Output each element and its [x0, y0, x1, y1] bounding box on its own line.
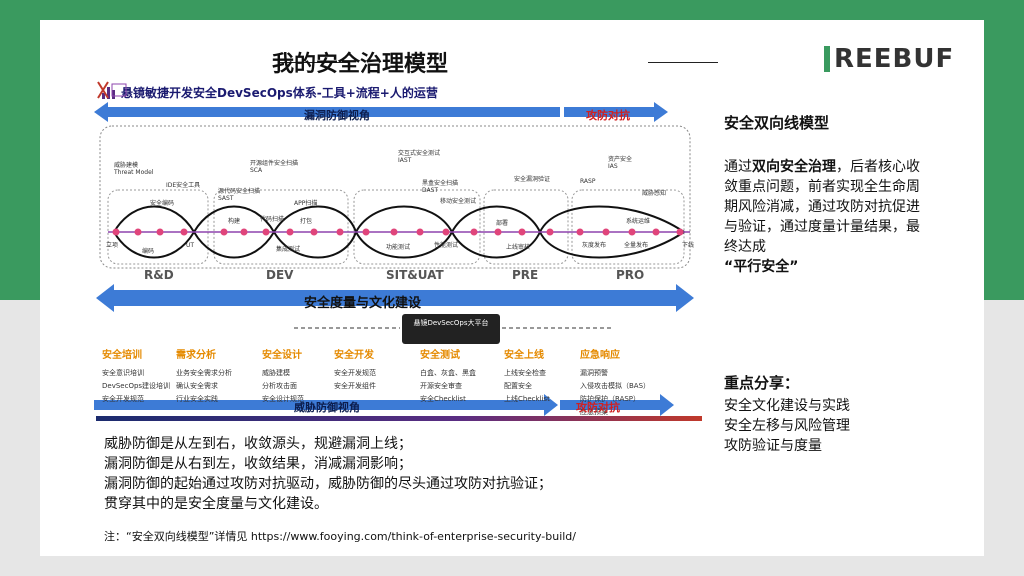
node-label-0: 立项	[106, 242, 119, 249]
node-label-4: 代码扫描	[260, 216, 285, 223]
p1-bold: 双向安全治理	[752, 159, 836, 175]
tool-sca: 开源组件安全扫描 SCA	[250, 160, 299, 174]
list-item: 安全文化建设与实践	[724, 398, 850, 414]
bottom-arrow-label: 威胁防御视角	[294, 401, 360, 414]
middle-arrow-label: 安全度量与文化建设	[304, 296, 422, 311]
stage-pro: PRO	[616, 268, 645, 282]
col-item: 安全开发规范	[334, 369, 376, 377]
body-line: 贯穿其中的是安全度量与文化建设。	[104, 496, 328, 512]
col-item: 入侵攻击模拟（BAS）	[580, 382, 651, 390]
right-paragraph: 通过双向安全治理，后者核心收敛重点问题，前者实现全生命周期风险消减，通过攻防对抗…	[724, 157, 924, 277]
tool-dast: 黑盒安全扫描 DAST	[422, 180, 459, 194]
col-item: 漏洞预警	[580, 369, 608, 377]
col-item: 白盒、灰盒、黑盒	[420, 369, 476, 377]
node-label-11: 灰度发布	[582, 242, 607, 249]
figure-header: 悬镜敏捷开发安全DevSecOps体系-工具+流程+人的运营	[102, 84, 438, 101]
p1-start: 通过	[724, 159, 752, 175]
col-heading: 安全测试	[420, 350, 460, 361]
top-arrow-label: 漏洞防御视角	[304, 109, 370, 122]
key-share-heading: 重点分享：	[724, 374, 800, 392]
freebuf-logo: REEBUF	[824, 44, 954, 74]
col-item: 行业安全实践	[176, 395, 218, 403]
tool-asset: 资产安全 IAS	[608, 156, 633, 170]
key-share-list: 安全文化建设与实践 安全左移与风险管理 攻防验证与度量	[724, 396, 850, 456]
node-label-12: 全量发布	[624, 242, 649, 249]
node-label-1: 编码	[142, 248, 155, 255]
node-label-8: 性能测试	[434, 242, 459, 249]
tool-threat-sense: 威胁感知	[642, 190, 667, 197]
tool-threat-model: 威胁建模 Threat Model	[114, 162, 154, 176]
node-label-2: UT	[186, 242, 195, 249]
tool-secure-coding: 安全编码	[150, 200, 175, 207]
node-label-9: 部署	[496, 220, 509, 227]
devsecops-figure: 悬镜敏捷开发安全DevSecOps体系-工具+流程+人的运营 漏洞防御视角 攻防…	[94, 78, 704, 426]
right-heading: 安全双向线模型	[724, 114, 830, 132]
body-line: 威胁防御是从左到右，收敛源头，规避漏洞上线；	[104, 436, 412, 452]
col-heading: 需求分析	[176, 350, 216, 361]
logo-text: REEBUF	[834, 44, 955, 74]
xuanjing-logo-icon	[97, 81, 127, 99]
top-red-label: 攻防对抗	[586, 109, 630, 122]
p1-quote: “平行安全”	[724, 259, 799, 275]
right-panel: 安全双向线模型 通过双向安全治理，后者核心收敛重点问题，前者实现全生命周期风险消…	[724, 112, 924, 277]
title-rule-right	[648, 62, 718, 63]
body-line: 漏洞防御是从右到左，收敛结果，消减漏洞影响；	[104, 456, 412, 472]
figure-header-text: 悬镜敏捷开发安全DevSecOps体系-工具+流程+人的运营	[121, 86, 438, 100]
node-label-5: 打包	[300, 218, 313, 225]
col-item: 开源安全审查	[420, 382, 462, 390]
col-item: 业务安全需求分析	[176, 369, 232, 377]
col-development: 安全开发 安全开发规范 安全开发组件	[334, 346, 426, 393]
node-label-6: 集成测试	[276, 246, 301, 253]
col-heading: 应急响应	[580, 350, 620, 361]
tool-rasp: RASP	[580, 178, 596, 185]
tool-iast: 交互式安全测试 IAST	[398, 150, 441, 164]
node-label-10: 上线审核	[506, 244, 531, 251]
tool-mobile: 移动安全测试	[440, 198, 477, 205]
node-label-13: 系统运维	[626, 218, 651, 225]
figure-gradient-bar	[96, 416, 702, 421]
node-label-3: 构建	[228, 218, 241, 225]
bottom-red-label: 攻防对抗	[576, 401, 620, 414]
list-item: 安全左移与风险管理	[724, 418, 850, 434]
slide-title: 我的安全治理模型	[271, 52, 448, 77]
slide: 我的安全治理模型 REEBUF 悬镜敏捷开发安全DevSecOps体系-工具+流…	[40, 20, 984, 556]
tool-app-scan: APP扫描	[294, 200, 318, 207]
col-testing: 安全测试 白盒、灰盒、黑盒 开源安全审查 安全Checklist	[420, 346, 512, 406]
devsecops-platform-box: 悬镜DevSecOps大平台	[402, 314, 500, 344]
col-item: 安全Checklist	[420, 395, 466, 403]
col-item: 确认安全需求	[176, 382, 218, 390]
stage-box-pro	[571, 189, 685, 265]
node-label-7: 功能测试	[386, 244, 411, 251]
stage-box-pre	[483, 189, 569, 265]
col-item: 安全开发组件	[334, 382, 376, 390]
footnote: 注：“安全双向线模型”详情见 https://www.fooying.com/t…	[104, 530, 576, 543]
col-heading: 安全开发	[334, 350, 374, 361]
body-text: 威胁防御是从左到右，收敛源头，规避漏洞上线； 漏洞防御是从右到左，收敛结果，消减…	[104, 434, 552, 514]
stage-rd: R&D	[144, 268, 174, 282]
tool-ide: IDE安全工具	[166, 182, 201, 189]
logo-f-bar-icon	[824, 46, 830, 72]
tool-sast: 源代码安全扫描 SAST	[218, 188, 261, 202]
tool-vuln-verify: 安全漏洞验证	[514, 176, 551, 183]
stage-sit: SIT&UAT	[386, 268, 444, 282]
stage-pre: PRE	[512, 268, 539, 282]
stage-dev: DEV	[266, 268, 294, 282]
list-item: 攻防验证与度量	[724, 438, 822, 454]
col-requirements: 需求分析 业务安全需求分析 确认安全需求 行业安全实践	[176, 346, 268, 406]
body-line: 漏洞防御的起始通过攻防对抗驱动，威胁防御的尽头通过攻防对抗验证；	[104, 476, 552, 492]
node-label-14: 下线	[682, 242, 695, 249]
